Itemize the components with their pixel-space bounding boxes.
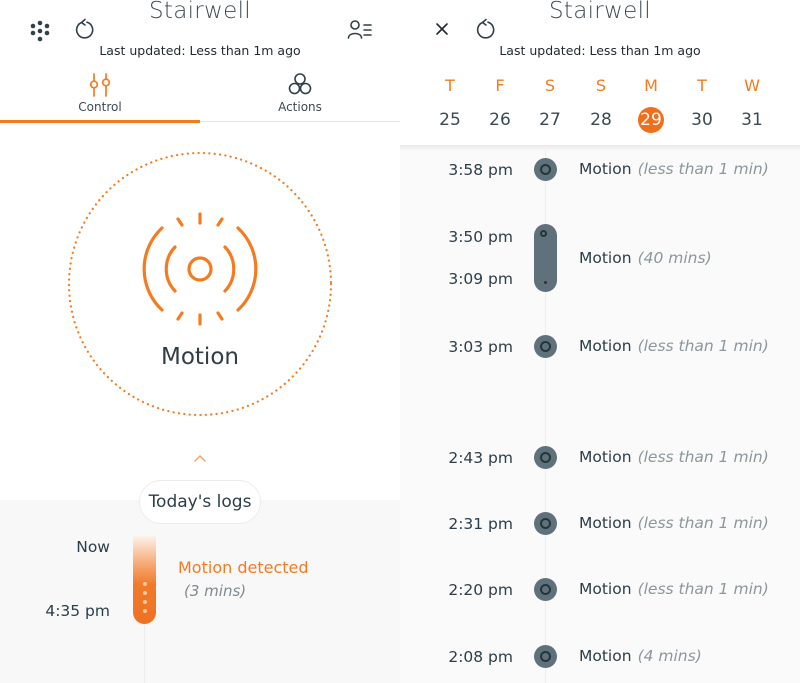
day-letter: S [544,76,556,95]
page-title: Stairwell [549,0,651,24]
event-label: Motion [579,160,632,178]
day-29-selected[interactable]: 29 [631,110,671,130]
event-duration: (less than 1 min) [637,448,769,466]
day-28[interactable]: 28 [581,110,621,130]
event-label: Motion [579,337,632,355]
day-25[interactable]: 25 [430,110,470,130]
event-time-end: 3:50 pm [448,228,513,246]
logs-screen: Stairwell Last updated: Less than 1m ago… [400,0,800,683]
day-31[interactable]: 31 [732,110,772,130]
event-duration: (less than 1 min) [637,337,769,355]
user-list-icon[interactable] [347,19,373,41]
log-time-now: Now [76,538,110,556]
event-duration: (40 mins) [637,249,712,267]
live-log-bar [133,536,156,624]
tab-divider [200,121,400,122]
header-shadow [400,145,800,151]
event-time-start: 3:09 pm [448,270,513,288]
day-letter: S [595,76,607,95]
event-time: 2:20 pm [448,581,513,599]
last-updated: Last updated: Less than 1m ago [99,43,301,58]
sliders-icon [86,71,114,103]
control-label: Motion [161,344,239,370]
chevron-up-icon[interactable] [193,448,207,467]
active-tab-indicator [0,120,200,123]
timeline-line [144,624,145,683]
event-duration: (4 mins) [637,647,702,665]
day-letter: W [744,76,760,95]
event-range-pill-icon [534,224,557,292]
tab-actions-label: Actions [278,100,322,114]
event-time: 2:08 pm [448,648,513,666]
day-26[interactable]: 26 [480,110,520,130]
day-27[interactable]: 27 [530,110,570,130]
day-30[interactable]: 30 [682,110,722,130]
motion-sensor-icon [138,209,262,333]
event-label: Motion [579,647,632,665]
day-letter: T [445,76,455,95]
event-label: Motion [579,448,632,466]
event-label: Motion [579,514,632,532]
control-screen: Stairwell Last updated: Less than 1m ago… [0,0,400,683]
event-dot-icon [534,578,557,601]
event-time: 2:31 pm [448,515,513,533]
live-log-title[interactable]: Motion detected [178,558,309,577]
live-log-duration: (3 mins) [184,582,247,600]
last-updated: Last updated: Less than 1m ago [499,43,701,58]
event-dot-icon [534,645,557,668]
day-letter: M [644,76,658,95]
event-dot-icon [534,512,557,535]
tab-control[interactable]: Control [0,68,200,122]
page-title: Stairwell [149,0,251,24]
day-letter: T [697,76,707,95]
tab-control-label: Control [78,100,122,114]
event-label: Motion [579,580,632,598]
todays-logs-button[interactable]: Today's logs [139,480,261,524]
event-dot-icon [534,446,557,469]
log-time-start: 4:35 pm [45,602,110,620]
event-dot-icon [534,335,557,358]
tab-actions[interactable]: Actions [200,68,400,122]
event-dot-icon [534,158,557,181]
circles-icon [286,71,314,103]
day-letter: F [495,76,505,95]
event-time: 3:03 pm [448,338,513,356]
event-label: Motion [579,249,632,267]
event-time: 2:43 pm [448,449,513,467]
event-duration: (less than 1 min) [637,580,769,598]
event-duration: (less than 1 min) [637,160,769,178]
event-time: 3:58 pm [448,161,513,179]
event-duration: (less than 1 min) [637,514,769,532]
